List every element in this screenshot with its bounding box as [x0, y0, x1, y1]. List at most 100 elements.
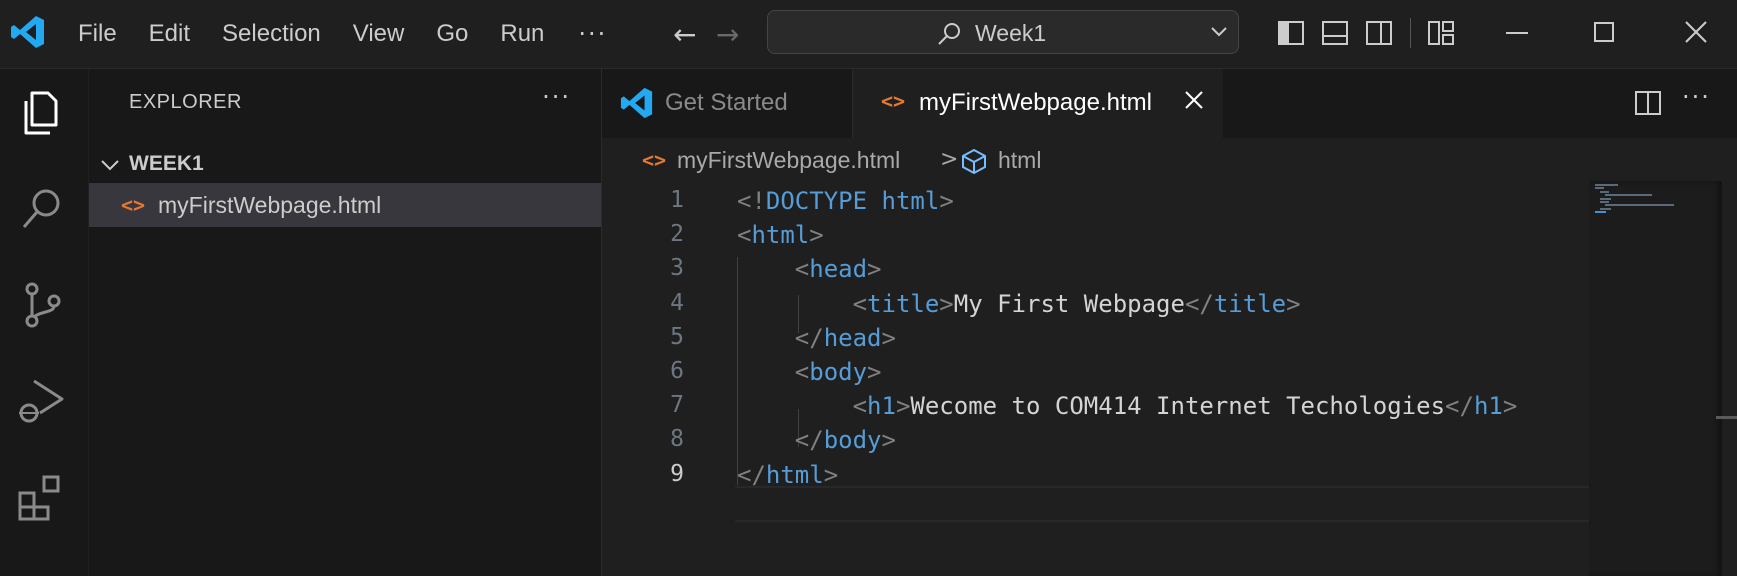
- close-icon[interactable]: [1183, 89, 1205, 111]
- chevron-down-icon[interactable]: [1210, 25, 1228, 39]
- tab-myfirstwebpage[interactable]: <> myFirstWebpage.html: [853, 69, 1223, 138]
- line-number: 6: [670, 358, 684, 384]
- code-line[interactable]: 3 <head>: [602, 249, 1589, 287]
- code-bracket: >: [1286, 289, 1301, 318]
- editor-tab-bar: Get Started <> myFirstWebpage.html ···: [602, 69, 1737, 138]
- code-bracket: </: [1445, 392, 1474, 421]
- code-tag-name: body: [823, 426, 882, 455]
- code-tag-name: h1: [867, 392, 896, 421]
- code-bracket: >: [881, 323, 896, 352]
- code-bracket: <: [737, 221, 752, 250]
- code-line[interactable]: 7 <h1>Wecome to COM414 Internet Techolog…: [602, 386, 1589, 424]
- breadcrumb-separator: >: [940, 147, 959, 172]
- code-tag-name: title: [1213, 289, 1287, 318]
- toggle-secondary-sidebar-icon[interactable]: [1364, 18, 1394, 48]
- menu-selection[interactable]: Selection: [206, 0, 337, 68]
- split-editor-icon[interactable]: [1634, 89, 1662, 117]
- command-center-search[interactable]: Week1: [767, 10, 1239, 54]
- breadcrumb-symbol[interactable]: html: [998, 147, 1041, 174]
- code-bracket: >: [939, 289, 954, 318]
- code-bracket: </: [794, 323, 824, 352]
- minimap-line: [1600, 201, 1609, 203]
- extensions-icon[interactable]: [16, 471, 68, 523]
- minimap[interactable]: [1589, 181, 1722, 576]
- breadcrumb-file[interactable]: myFirstWebpage.html: [677, 147, 900, 174]
- menu-run[interactable]: Run: [484, 0, 560, 68]
- code-bracket: <: [794, 358, 810, 386]
- vertical-scrollbar[interactable]: [1722, 181, 1737, 576]
- toggle-panel-icon[interactable]: [1320, 18, 1350, 48]
- chevron-down-icon: [101, 160, 119, 171]
- minimap-line: [1605, 204, 1674, 207]
- folder-week1[interactable]: WEEK1: [89, 144, 601, 184]
- menu-go[interactable]: Go: [420, 0, 484, 68]
- line-number: 7: [670, 392, 684, 419]
- explorer-icon[interactable]: [16, 87, 68, 139]
- line-number: 8: [670, 426, 684, 453]
- customize-layout-icon[interactable]: [1426, 18, 1456, 48]
- menu-more-button[interactable]: ···: [560, 20, 625, 48]
- code-text: </html>: [737, 461, 838, 489]
- code-text: </head>: [737, 324, 896, 352]
- code-bracket: >: [867, 358, 882, 386]
- code-text: <h1>Wecome to COM414 Internet Techologie…: [737, 392, 1518, 421]
- file-item-myfirstwebpage[interactable]: <> myFirstWebpage.html: [89, 183, 601, 227]
- code-line[interactable]: 8 </body>: [602, 420, 1589, 458]
- activity-bar: [0, 69, 88, 576]
- code-line[interactable]: 5 </head>: [602, 318, 1589, 356]
- file-name: myFirstWebpage.html: [158, 192, 382, 218]
- code-editor[interactable]: 1 <!DOCTYPE html> 2 <html> 3 <head> 4 <title>…: [602, 181, 1589, 576]
- tab-label: myFirstWebpage.html: [919, 89, 1152, 116]
- toggle-primary-sidebar-icon[interactable]: [1276, 18, 1306, 48]
- line-number: 1: [670, 187, 684, 213]
- code-tag-name: h1: [1473, 392, 1503, 421]
- editor-more-button[interactable]: ···: [1682, 83, 1711, 111]
- code-bracket: >: [1502, 392, 1518, 421]
- code-line[interactable]: 1 <!DOCTYPE html>: [602, 181, 1589, 219]
- code-bracket: <: [852, 392, 868, 421]
- close-window-icon[interactable]: [1681, 17, 1711, 47]
- divider: [1410, 18, 1411, 48]
- html-file-icon: <>: [881, 89, 906, 113]
- code-tag-name: title: [867, 289, 940, 318]
- maximize-icon[interactable]: [1589, 17, 1619, 47]
- code-tag-name: head: [809, 255, 868, 284]
- code-bracket: <: [852, 289, 868, 318]
- minimize-icon[interactable]: [1502, 17, 1532, 47]
- breadcrumb: <> myFirstWebpage.html > html: [602, 139, 1737, 181]
- menu-view[interactable]: View: [337, 0, 421, 68]
- explorer-more-button[interactable]: ···: [542, 83, 571, 111]
- code-bracket: >: [939, 187, 954, 215]
- search-icon: [938, 23, 960, 45]
- search-icon[interactable]: [16, 183, 68, 235]
- run-debug-icon[interactable]: [16, 375, 68, 427]
- code-tag-name: head: [823, 323, 882, 352]
- code-content: Wecome to COM414 Internet Techologies: [910, 392, 1446, 421]
- code-tag-name: html: [881, 187, 940, 215]
- code-line[interactable]: 4 <title>My First Webpage</title>: [602, 284, 1589, 322]
- menu-edit[interactable]: Edit: [133, 0, 206, 68]
- line-number: 3: [670, 255, 684, 282]
- code-text: <!DOCTYPE html>: [737, 187, 954, 215]
- code-line[interactable]: 6 <body>: [602, 352, 1589, 390]
- tab-get-started[interactable]: Get Started: [602, 69, 853, 138]
- minimap-line: [1595, 184, 1618, 186]
- source-control-icon[interactable]: [16, 279, 68, 331]
- minimap-line: [1595, 187, 1604, 190]
- code-tag-name: body: [809, 358, 868, 386]
- code-bracket: >: [867, 255, 882, 284]
- code-bracket: <: [794, 255, 810, 284]
- back-arrow-icon[interactable]: ←: [673, 18, 696, 51]
- vscode-logo-icon: [11, 16, 44, 48]
- minimap-line: [1595, 211, 1606, 214]
- minimap-line: [1600, 190, 1609, 193]
- code-line[interactable]: 2 <html>: [602, 215, 1589, 253]
- vscode-logo-icon: [620, 87, 653, 119]
- forward-arrow-icon[interactable]: →: [716, 18, 739, 51]
- line-number: 9: [670, 460, 684, 487]
- code-text: <title>My First Webpage</title>: [737, 290, 1301, 318]
- menu-file[interactable]: File: [62, 0, 133, 68]
- code-line[interactable]: 9 </html>: [602, 455, 1589, 493]
- tab-label: Get Started: [665, 89, 788, 116]
- scrollbar-position-marker: [1716, 416, 1737, 419]
